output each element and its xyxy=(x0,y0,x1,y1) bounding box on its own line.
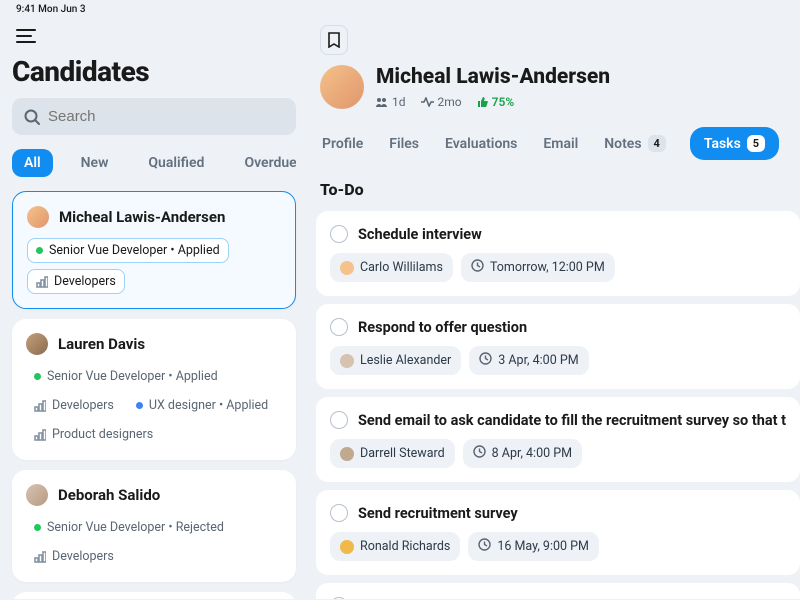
status-dot xyxy=(34,373,41,380)
filter-overdue[interactable]: Overdue xyxy=(232,149,296,177)
left-pane: Candidates All New Qualified Overdue Fol… xyxy=(0,17,308,599)
due-pill: 16 May, 9:00 PM xyxy=(468,532,599,561)
filter-new[interactable]: New xyxy=(69,149,121,177)
assignee-avatar xyxy=(340,447,354,461)
candidate-name: Deborah Salido xyxy=(58,486,160,504)
candidate-card[interactable]: Lauren Davis Senior Vue Developer • Appl… xyxy=(12,319,296,460)
clock-icon xyxy=(473,445,486,462)
avatar xyxy=(320,65,364,109)
filter-qualified[interactable]: Qualified xyxy=(136,149,216,177)
task-checkbox[interactable] xyxy=(330,411,348,429)
assignee-pill: Ronald Richards xyxy=(330,532,460,561)
status-bar: 9:41 Mon Jun 3 xyxy=(0,0,800,17)
assignee-avatar xyxy=(340,261,354,275)
tab-files[interactable]: Files xyxy=(387,132,421,156)
candidate-card[interactable]: Micheal Lawis-Andersen Senior Vue Develo… xyxy=(12,191,296,309)
status-dot xyxy=(34,524,41,531)
task-title: Schedule interview xyxy=(358,226,482,243)
candidate-name: Lauren Davis xyxy=(58,335,145,353)
clock-icon xyxy=(479,352,492,369)
task-card[interactable]: Send email to ask candidate to fill the … xyxy=(316,397,800,482)
assignee-avatar xyxy=(340,540,354,554)
meta-item: 1d xyxy=(376,95,406,109)
task-checkbox[interactable] xyxy=(330,318,348,336)
task-title: Respond to offer question xyxy=(358,319,527,336)
clock-icon xyxy=(471,259,484,276)
assignee-pill: Carlo Willilams xyxy=(330,253,453,282)
status-tag: Senior Vue Developer • Applied xyxy=(26,365,226,388)
candidates-list: Micheal Lawis-Andersen Senior Vue Develo… xyxy=(12,191,296,599)
filter-all[interactable]: All xyxy=(12,149,53,177)
due-pill: 8 Apr, 4:00 PM xyxy=(463,439,582,468)
tab-tasks[interactable]: Tasks 5 xyxy=(690,127,779,160)
status-tag: UX designer • Applied xyxy=(128,394,276,417)
assignee-pill: Darrell Steward xyxy=(330,439,455,468)
department-tag: Developers xyxy=(27,269,125,294)
tab-email[interactable]: Email xyxy=(541,132,580,156)
detail-header: Micheal Lawis-Andersen 1d 2mo 75% xyxy=(316,65,800,109)
filter-bar: All New Qualified Overdue Foll xyxy=(12,149,296,191)
department-tag: Product designers xyxy=(26,423,161,446)
section-title: To-Do xyxy=(316,174,800,211)
assignee-avatar xyxy=(340,354,354,368)
tab-count-badge: 5 xyxy=(747,135,765,152)
status-tag: Senior Vue Developer • Applied xyxy=(27,238,229,263)
task-checkbox[interactable] xyxy=(330,504,348,522)
status-tag: Senior Vue Developer • Rejected xyxy=(26,516,232,539)
tab-evaluations[interactable]: Evaluations xyxy=(443,132,519,156)
avatar xyxy=(27,206,49,228)
due-pill: Tomorrow, 12:00 PM xyxy=(461,253,615,282)
candidate-meta: 1d 2mo 75% xyxy=(376,95,610,109)
status-dot xyxy=(36,247,43,254)
due-pill: 3 Apr, 4:00 PM xyxy=(469,346,588,375)
task-title: Schedule interview xyxy=(358,598,482,600)
department-tag: Developers xyxy=(26,394,122,417)
page-title: Candidates xyxy=(12,51,296,98)
task-title: Send email to ask candidate to fill the … xyxy=(358,412,786,429)
clock-icon xyxy=(478,538,491,555)
tab-count-badge: 4 xyxy=(648,135,666,152)
status-dot xyxy=(136,402,143,409)
bookmark-button[interactable] xyxy=(320,25,348,55)
search-field[interactable] xyxy=(48,108,284,125)
meta-item: 2mo xyxy=(420,95,462,109)
task-card[interactable]: Respond to offer question Leslie Alexand… xyxy=(316,304,800,389)
tab-notes[interactable]: Notes 4 xyxy=(602,131,668,156)
menu-icon[interactable] xyxy=(12,21,40,51)
tasks-list: Schedule interview Carlo Willilams Tomor… xyxy=(316,211,800,599)
avatar xyxy=(26,333,48,355)
task-card[interactable]: Schedule interview Carlo Willilams Tomor… xyxy=(316,583,800,599)
assignee-pill: Leslie Alexander xyxy=(330,346,461,375)
task-card[interactable]: Send recruitment survey Ronald Richards … xyxy=(316,490,800,575)
task-card[interactable]: Schedule interview Carlo Willilams Tomor… xyxy=(316,211,800,296)
right-pane: Micheal Lawis-Andersen 1d 2mo 75% Profil… xyxy=(308,17,800,599)
search-input[interactable] xyxy=(12,98,296,135)
candidate-name: Micheal Lawis-Andersen xyxy=(376,65,610,89)
task-title: Send recruitment survey xyxy=(358,505,518,522)
avatar xyxy=(26,484,48,506)
detail-tabs: Profile Files Evaluations Email Notes 4 Tasks… xyxy=(316,109,800,174)
task-checkbox[interactable] xyxy=(330,225,348,243)
tab-profile[interactable]: Profile xyxy=(320,132,365,156)
candidate-card[interactable]: Deborah Salido Senior Vue Developer • Re… xyxy=(12,470,296,582)
meta-item: 75% xyxy=(476,95,515,109)
task-checkbox[interactable] xyxy=(330,597,348,599)
department-tag: Developers xyxy=(26,545,122,568)
candidate-card[interactable]: Carlos Sine xyxy=(12,592,296,599)
candidate-name: Micheal Lawis-Andersen xyxy=(59,208,225,226)
